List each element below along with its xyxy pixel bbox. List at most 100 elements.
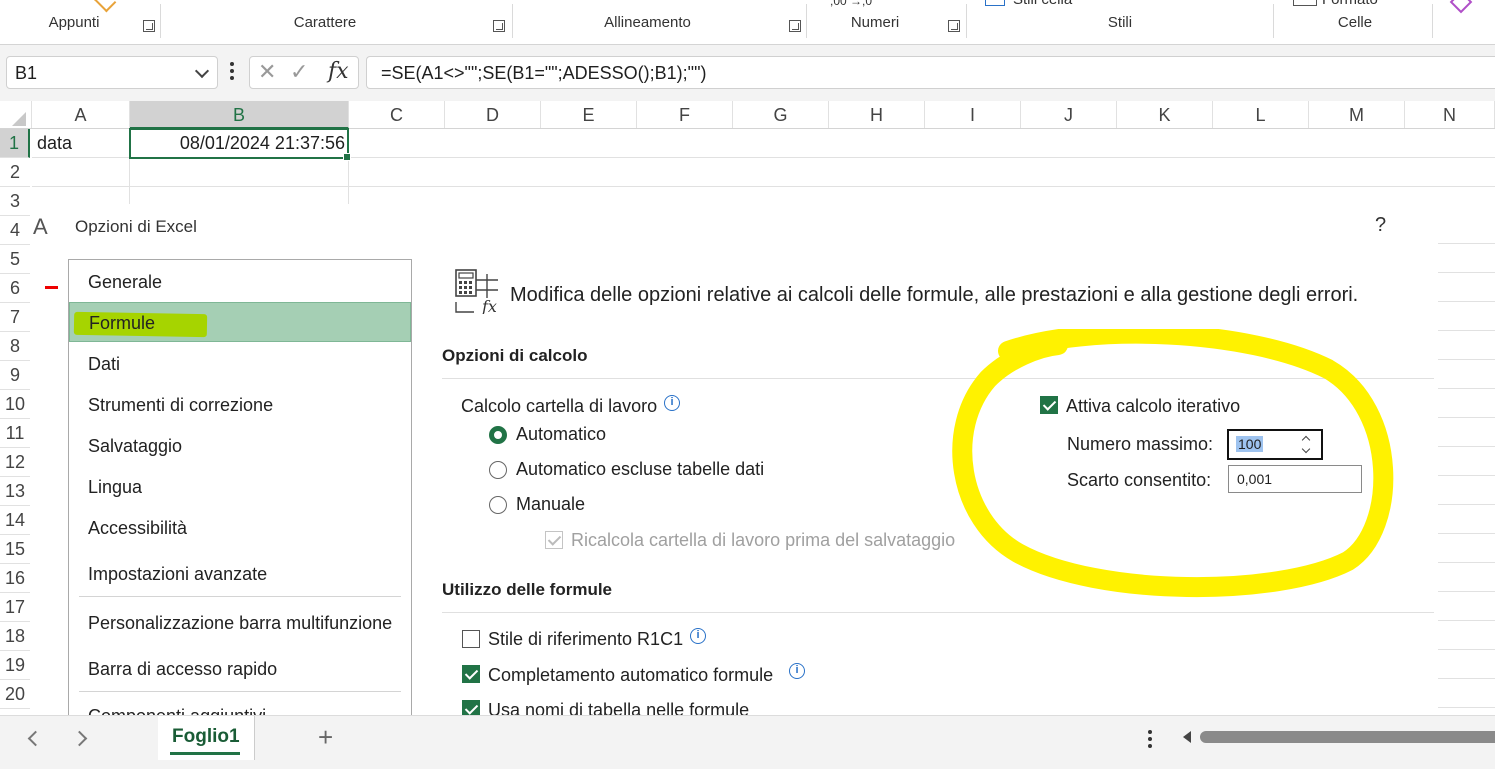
nav-item-salvataggio[interactable]: Salvataggio — [69, 426, 411, 466]
dialog-title: Opzioni di Excel — [75, 217, 197, 236]
ribbon-separator — [512, 4, 513, 38]
horizontal-scrollbar[interactable] — [1200, 731, 1495, 743]
row-header-17[interactable]: 17 — [0, 593, 30, 622]
corner-triangle-icon — [12, 112, 26, 126]
ribbon-separator — [1273, 4, 1274, 38]
row-header-9[interactable]: 9 — [0, 361, 30, 390]
nav-item-generale[interactable]: Generale — [69, 262, 411, 302]
row-header-14[interactable]: 14 — [0, 506, 30, 535]
nav-item-accessibilita[interactable]: Accessibilità — [69, 508, 411, 548]
formula-bar-row: B1 ✕ ✓ fx =SE(A1<>"";SE(B1="";ADESSO();B… — [0, 50, 1495, 95]
editing-icon[interactable] — [1449, 0, 1473, 14]
column-header-e[interactable]: E — [541, 101, 637, 129]
paste-icon[interactable] — [93, 0, 117, 13]
row-header-5[interactable]: 5 — [0, 245, 30, 274]
info-icon[interactable]: i — [789, 663, 805, 679]
column-header-h[interactable]: H — [829, 101, 925, 129]
confirm-icon[interactable]: ✓ — [290, 59, 308, 85]
add-sheet-button[interactable]: + — [318, 722, 333, 753]
fill-handle[interactable] — [343, 153, 351, 161]
row-header-12[interactable]: 12 — [0, 448, 30, 477]
row-header-19[interactable]: 19 — [0, 651, 30, 680]
info-icon[interactable]: i — [664, 395, 680, 411]
nav-item-personalizzazione[interactable]: Personalizzazione barra multifunzione — [69, 603, 411, 643]
column-header-n[interactable]: N — [1405, 101, 1495, 129]
column-header-d[interactable]: D — [445, 101, 541, 129]
formulas-calculator-icon: fx — [454, 268, 500, 316]
row-header-7[interactable]: 7 — [0, 303, 30, 332]
info-icon[interactable]: i — [690, 628, 706, 644]
dialog-launcher-icon[interactable] — [493, 20, 505, 32]
workbook-calc-label: Calcolo cartella di lavoro — [461, 396, 657, 417]
row-header-8[interactable]: 8 — [0, 332, 30, 361]
ribbon-separator — [966, 4, 967, 38]
column-header-m[interactable]: M — [1309, 101, 1405, 129]
scroll-left-icon[interactable] — [1183, 731, 1191, 743]
row-header-3[interactable]: 3 — [0, 187, 30, 216]
dialog-launcher-icon[interactable] — [948, 20, 960, 32]
cell-styles-icon[interactable] — [985, 0, 1005, 6]
name-box[interactable]: B1 — [6, 56, 218, 89]
sheet-tab-foglio1[interactable]: Foglio1 — [158, 716, 255, 760]
cell-b1-selected[interactable]: 08/01/2024 21:37:56 — [129, 128, 351, 161]
checkbox-r1c1[interactable] — [462, 630, 480, 648]
radio-automatico[interactable] — [489, 426, 507, 444]
column-header-b[interactable]: B — [130, 101, 349, 129]
column-header-f[interactable]: F — [637, 101, 733, 129]
radio-automatico-label[interactable]: Automatico — [516, 424, 606, 445]
format-icon[interactable] — [1293, 0, 1317, 6]
checkbox-completamento-label[interactable]: Completamento automatico formule — [488, 665, 773, 686]
dialog-launcher-icon[interactable] — [789, 20, 801, 32]
column-header-g[interactable]: G — [733, 101, 829, 129]
format-partial-label[interactable]: Formato — [1322, 0, 1378, 8]
radio-auto-escluse-label[interactable]: Automatico escluse tabelle dati — [516, 459, 764, 480]
page-header-text: Modifica delle opzioni relative ai calco… — [510, 284, 1359, 306]
scroll-tabs-right-icon[interactable] — [71, 730, 88, 747]
gridline — [32, 186, 1495, 187]
row-header-10[interactable]: 10 — [0, 390, 30, 419]
svg-text:fx: fx — [481, 297, 497, 314]
row-header-2[interactable]: 2 — [0, 158, 30, 187]
cancel-icon[interactable]: ✕ — [258, 59, 276, 85]
column-header-i[interactable]: I — [925, 101, 1021, 129]
chevron-down-icon[interactable] — [194, 63, 210, 79]
nav-item-dati[interactable]: Dati — [69, 344, 411, 384]
dialog-launcher-icon[interactable] — [143, 20, 155, 32]
row-header-6[interactable]: 6 — [0, 274, 30, 303]
nav-item-formule[interactable]: Formule — [69, 302, 411, 342]
column-header-k[interactable]: K — [1117, 101, 1213, 129]
more-options-icon[interactable] — [1148, 730, 1152, 748]
insert-function-icon[interactable]: fx — [328, 59, 349, 84]
row-header-20[interactable]: 20 — [0, 680, 30, 709]
row-header-16[interactable]: 16 — [0, 564, 30, 593]
nav-item-barra-accesso-rapido[interactable]: Barra di accesso rapido — [69, 649, 411, 689]
radio-auto-escluse[interactable] — [489, 461, 507, 479]
nav-item-impostazioni-avanzate[interactable]: Impostazioni avanzate — [69, 554, 411, 594]
column-header-j[interactable]: J — [1021, 101, 1117, 129]
formula-input[interactable]: =SE(A1<>"";SE(B1="";ADESSO();B1);"") — [366, 56, 1495, 89]
help-button[interactable]: ? — [1375, 214, 1386, 237]
number-format-partial[interactable]: ,00 →,0 — [830, 0, 872, 8]
ribbon-group-allineamento: Allineamento — [604, 14, 691, 31]
formula-text: =SE(A1<>"";SE(B1="";ADESSO();B1);"") — [381, 63, 707, 83]
row-header-4[interactable]: 4 — [0, 216, 30, 245]
checkbox-completamento[interactable] — [462, 665, 480, 683]
row-header-18[interactable]: 18 — [0, 622, 30, 651]
more-options-icon[interactable] — [230, 62, 234, 84]
nav-item-strumenti[interactable]: Strumenti di correzione — [69, 385, 411, 425]
cell-styles-partial-label[interactable]: Stili cella — [1013, 0, 1072, 8]
column-header-c[interactable]: C — [349, 101, 445, 129]
row-header-13[interactable]: 13 — [0, 477, 30, 506]
cell-a1[interactable]: data — [37, 133, 72, 154]
workbook-calc-label-text: Calcolo cartella di lavoro — [461, 396, 658, 416]
column-header-a[interactable]: A — [32, 101, 130, 129]
scroll-tabs-left-icon[interactable] — [27, 730, 44, 747]
row-header-1[interactable]: 1 — [0, 129, 30, 158]
row-header-11[interactable]: 11 — [0, 419, 30, 448]
checkbox-r1c1-label[interactable]: Stile di riferimento R1C1 — [488, 629, 683, 650]
radio-manuale-label[interactable]: Manuale — [516, 494, 585, 515]
radio-manuale[interactable] — [489, 496, 507, 514]
nav-item-lingua[interactable]: Lingua — [69, 467, 411, 507]
column-header-l[interactable]: L — [1213, 101, 1309, 129]
row-header-15[interactable]: 15 — [0, 535, 30, 564]
